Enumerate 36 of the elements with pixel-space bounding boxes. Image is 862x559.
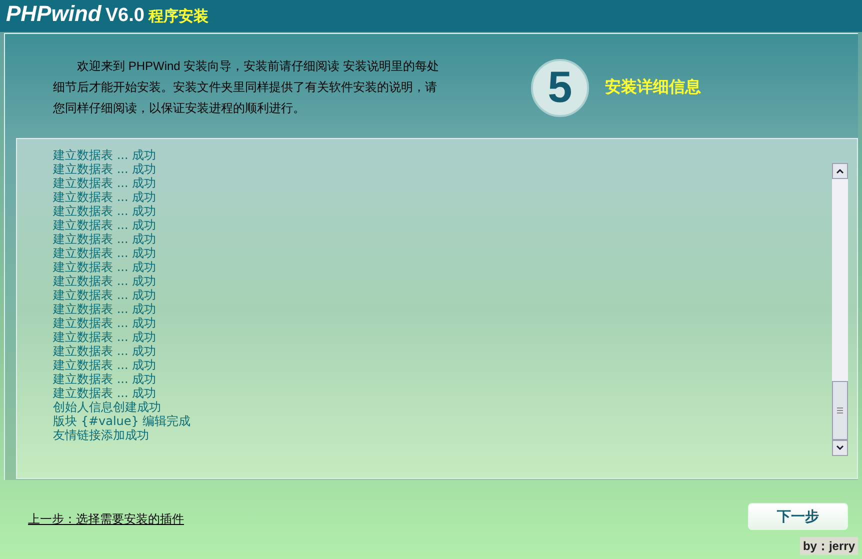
- log-line: 建立数据表 ... 成功: [53, 330, 158, 344]
- log-line: 建立数据表 ... 成功: [53, 260, 158, 274]
- log-line: 版块 {#value} 编辑完成: [53, 414, 192, 428]
- scrollbar[interactable]: [832, 163, 848, 456]
- step-title: 安装详细信息: [605, 77, 701, 98]
- chevron-down-icon: [836, 445, 844, 451]
- header-subtitle: 程序安装: [148, 6, 208, 27]
- version-label: V6.0: [105, 4, 144, 28]
- log-line: 建立数据表 ... 成功: [53, 162, 158, 176]
- log-line: 建立数据表 ... 成功: [53, 190, 158, 204]
- log-line: 建立数据表 ... 成功: [53, 358, 158, 372]
- scroll-up-button[interactable]: [832, 163, 848, 179]
- grip-icon: [837, 407, 843, 414]
- previous-step-link[interactable]: 上一步：选择需要安装的插件: [28, 510, 184, 528]
- log-line: 建立数据表 ... 成功: [53, 316, 158, 330]
- log-line: 建立数据表 ... 成功: [53, 344, 158, 358]
- chevron-up-icon: [836, 168, 844, 174]
- log-line: 建立数据表 ... 成功: [53, 302, 158, 316]
- log-line: 建立数据表 ... 成功: [53, 204, 158, 218]
- log-line: 建立数据表 ... 成功: [53, 386, 158, 400]
- scroll-thumb[interactable]: [832, 381, 848, 440]
- brand-logo: PHPwind: [6, 0, 102, 28]
- log-line: 建立数据表 ... 成功: [53, 232, 158, 246]
- log-line: 创始人信息创建成功: [53, 400, 162, 414]
- log-line: 建立数据表 ... 成功: [53, 288, 158, 302]
- log-line: 友情链接添加成功: [53, 428, 150, 442]
- credit-label: by：jerry: [800, 537, 858, 555]
- log-line: 建立数据表 ... 成功: [53, 372, 158, 386]
- next-step-button[interactable]: 下一步: [748, 503, 848, 530]
- intro-paragraph: 欢迎来到 PHPWind 安装向导，安装前请仔细阅读 安装说明里的每处细节后才能开始安装。安装文件夹里同样提供了有关软件安装的说明，请您同样仔细阅读，以保证安装进程的顺利进行。: [53, 58, 440, 117]
- log-line: 建立数据表 ... 成功: [53, 148, 158, 162]
- scroll-down-button[interactable]: [832, 440, 848, 456]
- log-line: 建立数据表 ... 成功: [53, 246, 158, 260]
- log-line: 建立数据表 ... 成功: [53, 218, 158, 232]
- log-line: 建立数据表 ... 成功: [53, 274, 158, 288]
- log-line: 建立数据表 ... 成功: [53, 176, 158, 190]
